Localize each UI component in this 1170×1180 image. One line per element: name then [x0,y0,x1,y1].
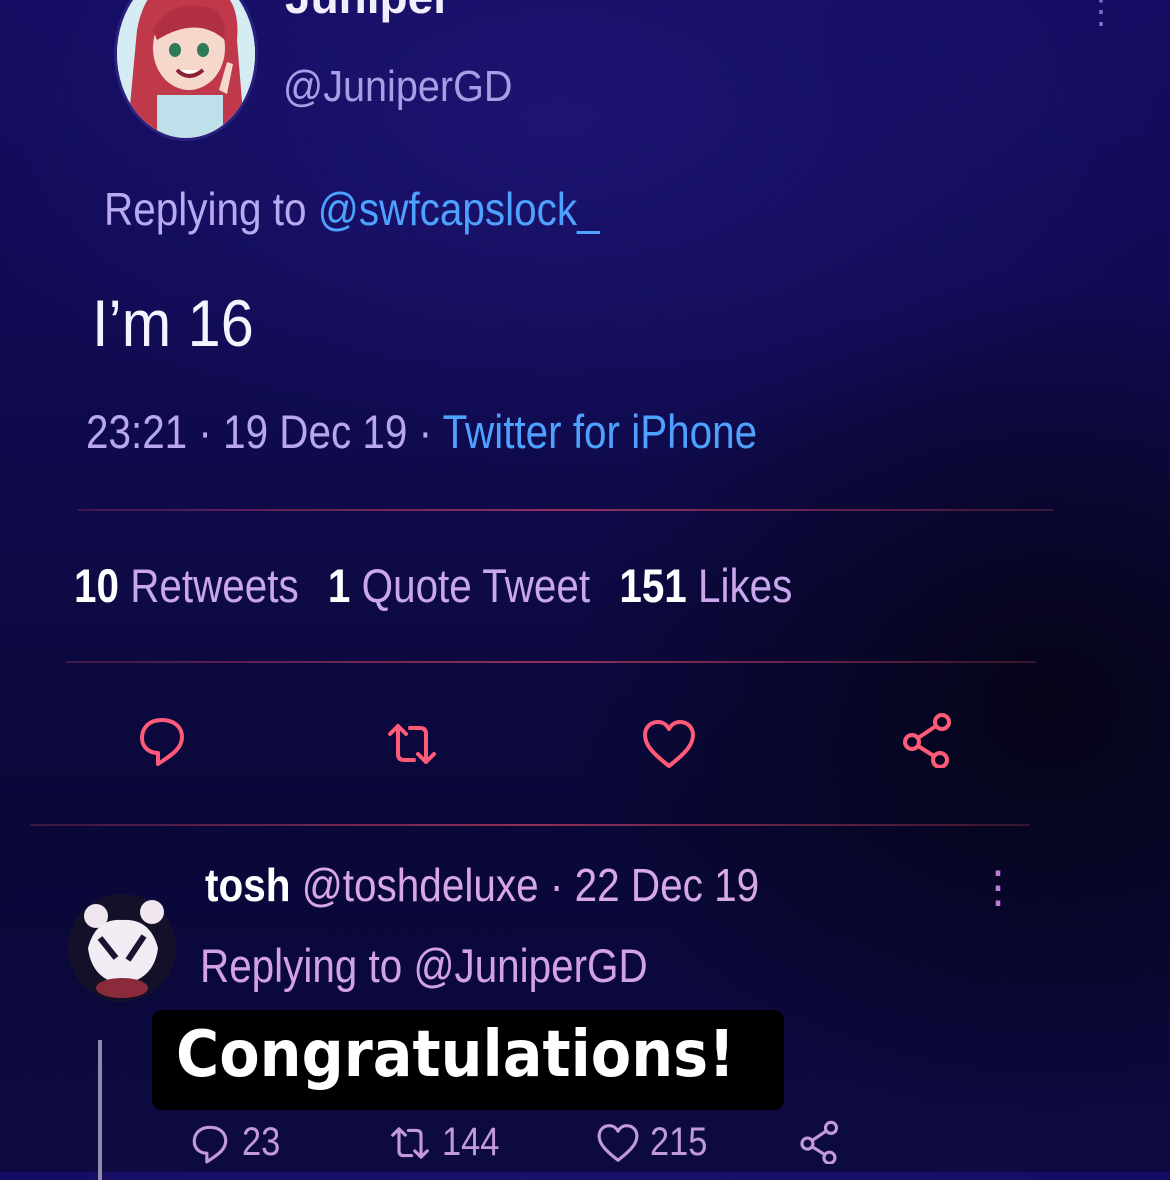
reply-reply-button[interactable]: 23 [188,1120,287,1165]
more-options-icon[interactable]: ⋮ [1084,0,1118,32]
retweets-stat[interactable]: 10 Retweets [74,559,299,612]
tweet-stats: 10 Retweets 1 Quote Tweet 151 Likes [74,558,792,613]
retweet-button[interactable] [384,716,440,777]
reply-share-button[interactable] [798,1120,852,1164]
reply-header: tosh @toshdeluxe · 22 Dec 19 [205,858,759,912]
author-handle[interactable]: @JuniperGD [283,62,512,112]
author-avatar[interactable] [117,0,255,138]
likes-label: Likes [698,559,793,612]
meta-separator: · [418,405,433,458]
reply-icon [140,718,184,766]
reply-button[interactable] [134,712,190,773]
thread-line [98,1040,102,1180]
likes-stat[interactable]: 151 Likes [619,559,792,612]
retweet-icon [388,724,436,764]
share-icon [903,713,951,769]
divider [66,661,1036,663]
retweets-count: 10 [74,559,119,612]
replying-to-mention[interactable]: @swfcapslock_ [318,183,600,235]
quotes-count: 1 [327,559,351,612]
reply-separator: · [549,859,564,911]
meta-separator: · [198,405,212,458]
tweet-date[interactable]: 19 Dec 19 [223,405,407,458]
retweets-label: Retweets [130,559,299,612]
reply-author-avatar[interactable] [66,888,178,1008]
reply-replying-prefix: Replying to [200,939,403,992]
reply-like-count: 215 [650,1120,708,1164]
caption-text: Congratulations! [176,1018,736,1092]
reply-retweet-button[interactable]: 144 [388,1120,509,1165]
reply-replying-to-mention[interactable]: @JuniperGD [413,939,647,992]
quotes-stat[interactable]: 1 Quote Tweet [328,559,590,612]
retweet-icon [391,1126,429,1159]
heart-icon [597,1123,639,1162]
reply-replying-to-line: Replying to @JuniperGD [200,938,648,993]
reply-retweet-count: 144 [442,1120,500,1164]
reply-more-options-icon[interactable]: ⋮ [976,862,1020,913]
like-button[interactable] [641,716,697,777]
replying-to-line: Replying to @swfcapslock_ [104,182,600,236]
share-icon [800,1120,839,1164]
divider [78,509,1053,511]
tweet-source[interactable]: Twitter for iPhone [443,405,758,458]
replying-prefix: Replying to [104,183,307,235]
share-button[interactable] [900,712,956,773]
tweet-time[interactable]: 23:21 [86,405,187,458]
likes-count: 151 [619,559,687,612]
heart-icon [643,720,695,768]
reply-like-button[interactable]: 215 [596,1120,717,1165]
reply-reply-count: 23 [242,1120,281,1164]
reply-display-name[interactable]: tosh [205,859,290,911]
author-display-name[interactable]: Juniper [285,0,451,24]
reply-icon [192,1125,228,1163]
tweet-text: I’m 16 [92,286,254,360]
quotes-label: Quote Tweet [361,559,591,612]
reply-handle[interactable]: @toshdeluxe [302,859,539,911]
reply-date[interactable]: 22 Dec 19 [575,859,760,911]
divider [30,824,1030,826]
tweet-meta: 23:21 · 19 Dec 19 · Twitter for iPhone [86,404,757,459]
